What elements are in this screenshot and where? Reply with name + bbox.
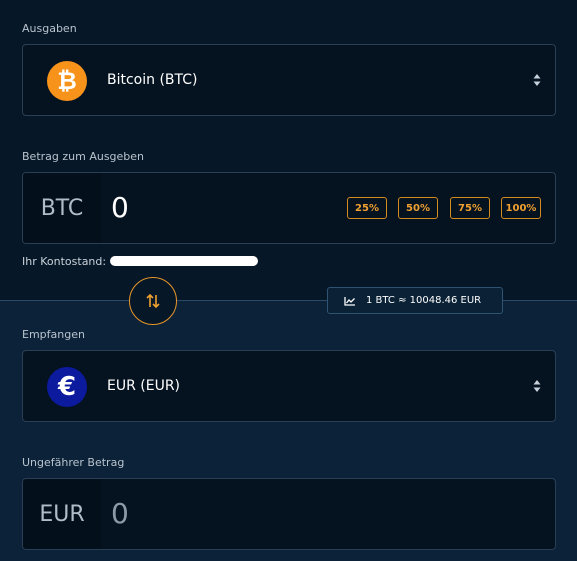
sort-arrows-icon	[533, 380, 541, 392]
spend-coin-name: Bitcoin (BTC)	[107, 72, 198, 88]
exchange-rate-chip: 1 BTC ≈ 10048.46 EUR	[327, 287, 503, 314]
receive-coin-name: EUR (EUR)	[107, 378, 181, 394]
swap-arrows-icon	[146, 293, 160, 309]
spend-label: Ausgaben	[22, 22, 77, 35]
percent-100-button[interactable]: 100%	[501, 197, 541, 219]
percent-75-button[interactable]: 75%	[450, 197, 490, 219]
balance-label: Ihr Kontostand:	[22, 255, 107, 268]
swap-button[interactable]	[129, 277, 177, 325]
receive-currency-select[interactable]: € EUR (EUR)	[22, 350, 556, 422]
receive-amount-field[interactable]: EUR 0	[22, 478, 556, 550]
exchange-rate-text: 1 BTC ≈ 10048.46 EUR	[366, 295, 482, 306]
receive-label: Empfangen	[22, 328, 85, 341]
bitcoin-icon: ₿	[47, 61, 87, 101]
spend-currency-tag: BTC	[23, 173, 101, 243]
spend-amount-input[interactable]: 0	[111, 191, 129, 224]
euro-icon: €	[47, 367, 87, 407]
spend-currency-select[interactable]: ₿ Bitcoin (BTC)	[22, 44, 556, 116]
sort-arrows-icon	[533, 74, 541, 86]
receive-amount-label: Ungefährer Betrag	[22, 456, 125, 469]
percent-50-button[interactable]: 50%	[398, 197, 438, 219]
receive-amount-value: 0	[111, 497, 129, 530]
spend-amount-label: Betrag zum Ausgeben	[22, 150, 145, 163]
receive-currency-tag: EUR	[23, 479, 101, 549]
percent-25-button[interactable]: 25%	[347, 197, 387, 219]
spend-amount-field[interactable]: BTC 0 25% 50% 75% 100%	[22, 172, 556, 244]
chart-icon	[344, 296, 355, 306]
balance-redacted	[110, 256, 258, 266]
